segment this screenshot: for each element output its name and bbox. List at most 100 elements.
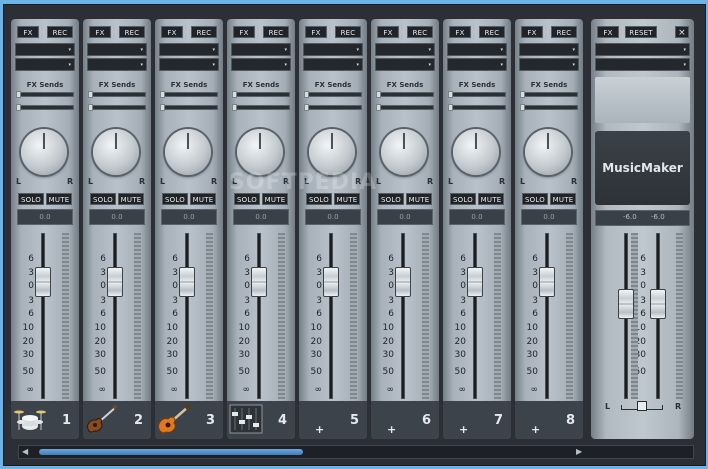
volume-fader[interactable] bbox=[395, 267, 411, 297]
rec-button[interactable]: REC bbox=[479, 26, 505, 38]
solo-button[interactable]: SOLO bbox=[162, 193, 188, 205]
pan-knob[interactable] bbox=[93, 129, 139, 175]
input-dropdown[interactable]: ▾ bbox=[231, 43, 291, 56]
rec-button[interactable]: REC bbox=[551, 26, 577, 38]
master-fx-button[interactable]: FX bbox=[597, 26, 619, 38]
pan-knob[interactable] bbox=[525, 129, 571, 175]
fx-button[interactable]: FX bbox=[17, 26, 39, 38]
master-right-fader[interactable] bbox=[650, 289, 666, 319]
instrument-dropdown[interactable]: ▾ bbox=[159, 58, 219, 71]
fx-button[interactable]: FX bbox=[89, 26, 111, 38]
pan-knob[interactable] bbox=[309, 129, 355, 175]
horizontal-scrollbar[interactable]: ◀ ▶ bbox=[18, 445, 694, 459]
fx-send-slider-2[interactable] bbox=[232, 104, 290, 111]
solo-button[interactable]: SOLO bbox=[378, 193, 404, 205]
add-instrument-icon[interactable]: + bbox=[459, 423, 468, 436]
add-instrument-icon[interactable]: + bbox=[315, 423, 324, 436]
fx-send-slider-2[interactable] bbox=[160, 104, 218, 111]
rec-button[interactable]: REC bbox=[407, 26, 433, 38]
channel-footer[interactable]: +5 bbox=[299, 401, 367, 439]
add-instrument-icon[interactable]: + bbox=[387, 423, 396, 436]
rec-button[interactable]: REC bbox=[263, 26, 289, 38]
volume-fader[interactable] bbox=[107, 267, 123, 297]
channel-footer[interactable]: 3 bbox=[155, 401, 223, 439]
instrument-dropdown[interactable]: ▾ bbox=[303, 58, 363, 71]
fx-send-slider-2[interactable] bbox=[520, 104, 578, 111]
fx-send-slider-2[interactable] bbox=[376, 104, 434, 111]
fx-button[interactable]: FX bbox=[305, 26, 327, 38]
pan-knob[interactable] bbox=[237, 129, 283, 175]
volume-fader[interactable] bbox=[323, 267, 339, 297]
channel-footer[interactable]: 2 bbox=[83, 401, 151, 439]
rec-button[interactable]: REC bbox=[47, 26, 73, 38]
mute-button[interactable]: MUTE bbox=[118, 193, 144, 205]
instrument-dropdown[interactable]: ▾ bbox=[15, 58, 75, 71]
rec-button[interactable]: REC bbox=[335, 26, 361, 38]
volume-fader[interactable] bbox=[35, 267, 51, 297]
fx-send-slider-1[interactable] bbox=[16, 91, 74, 98]
volume-fader[interactable] bbox=[467, 267, 483, 297]
fx-button[interactable]: FX bbox=[449, 26, 471, 38]
volume-fader[interactable] bbox=[539, 267, 555, 297]
mute-button[interactable]: MUTE bbox=[46, 193, 72, 205]
fx-send-slider-2[interactable] bbox=[16, 104, 74, 111]
scrollbar-thumb[interactable] bbox=[39, 449, 303, 455]
add-instrument-icon[interactable]: + bbox=[531, 423, 540, 436]
mute-button[interactable]: MUTE bbox=[478, 193, 504, 205]
fx-send-slider-1[interactable] bbox=[448, 91, 506, 98]
input-dropdown[interactable]: ▾ bbox=[303, 43, 363, 56]
input-dropdown[interactable]: ▾ bbox=[15, 43, 75, 56]
master-left-fader[interactable] bbox=[618, 289, 634, 319]
volume-fader[interactable] bbox=[179, 267, 195, 297]
instrument-dropdown[interactable]: ▾ bbox=[231, 58, 291, 71]
channel-footer[interactable]: +7 bbox=[443, 401, 511, 439]
solo-button[interactable]: SOLO bbox=[90, 193, 116, 205]
fx-send-slider-2[interactable] bbox=[304, 104, 362, 111]
rec-button[interactable]: REC bbox=[119, 26, 145, 38]
pan-knob[interactable] bbox=[381, 129, 427, 175]
scroll-left-arrow[interactable]: ◀ bbox=[22, 447, 28, 457]
instrument-dropdown[interactable]: ▾ bbox=[519, 58, 579, 71]
master-output-dropdown[interactable]: ▾ bbox=[595, 58, 690, 71]
input-dropdown[interactable]: ▾ bbox=[159, 43, 219, 56]
pan-knob[interactable] bbox=[453, 129, 499, 175]
fx-button[interactable]: FX bbox=[161, 26, 183, 38]
rec-button[interactable]: REC bbox=[191, 26, 217, 38]
mute-button[interactable]: MUTE bbox=[406, 193, 432, 205]
input-dropdown[interactable]: ▾ bbox=[447, 43, 507, 56]
mute-button[interactable]: MUTE bbox=[550, 193, 576, 205]
fx-button[interactable]: FX bbox=[233, 26, 255, 38]
solo-button[interactable]: SOLO bbox=[450, 193, 476, 205]
channel-footer[interactable]: 4 bbox=[227, 401, 295, 439]
channel-footer[interactable]: 1 bbox=[11, 401, 79, 439]
fx-send-slider-2[interactable] bbox=[448, 104, 506, 111]
volume-fader[interactable] bbox=[251, 267, 267, 297]
pan-knob[interactable] bbox=[165, 129, 211, 175]
link-lock[interactable] bbox=[621, 401, 663, 413]
instrument-dropdown[interactable]: ▾ bbox=[87, 58, 147, 71]
fx-send-slider-1[interactable] bbox=[232, 91, 290, 98]
fx-send-slider-1[interactable] bbox=[88, 91, 146, 98]
fx-button[interactable]: FX bbox=[521, 26, 543, 38]
fx-send-slider-1[interactable] bbox=[520, 91, 578, 98]
instrument-dropdown[interactable]: ▾ bbox=[375, 58, 435, 71]
fx-button[interactable]: FX bbox=[377, 26, 399, 38]
channel-footer[interactable]: +8 bbox=[515, 401, 583, 439]
fx-send-slider-1[interactable] bbox=[304, 91, 362, 98]
channel-footer[interactable]: +6 bbox=[371, 401, 439, 439]
fx-send-slider-1[interactable] bbox=[160, 91, 218, 98]
instrument-dropdown[interactable]: ▾ bbox=[447, 58, 507, 71]
close-button[interactable]: × bbox=[675, 26, 689, 38]
input-dropdown[interactable]: ▾ bbox=[87, 43, 147, 56]
scroll-right-arrow[interactable]: ▶ bbox=[576, 447, 582, 457]
input-dropdown[interactable]: ▾ bbox=[519, 43, 579, 56]
fx-send-slider-1[interactable] bbox=[376, 91, 434, 98]
solo-button[interactable]: SOLO bbox=[18, 193, 44, 205]
mute-button[interactable]: MUTE bbox=[190, 193, 216, 205]
master-input-dropdown[interactable]: ▾ bbox=[595, 43, 690, 56]
fx-send-slider-2[interactable] bbox=[88, 104, 146, 111]
pan-knob[interactable] bbox=[21, 129, 67, 175]
input-dropdown[interactable]: ▾ bbox=[375, 43, 435, 56]
solo-button[interactable]: SOLO bbox=[522, 193, 548, 205]
master-reset-button[interactable]: RESET bbox=[625, 26, 657, 38]
